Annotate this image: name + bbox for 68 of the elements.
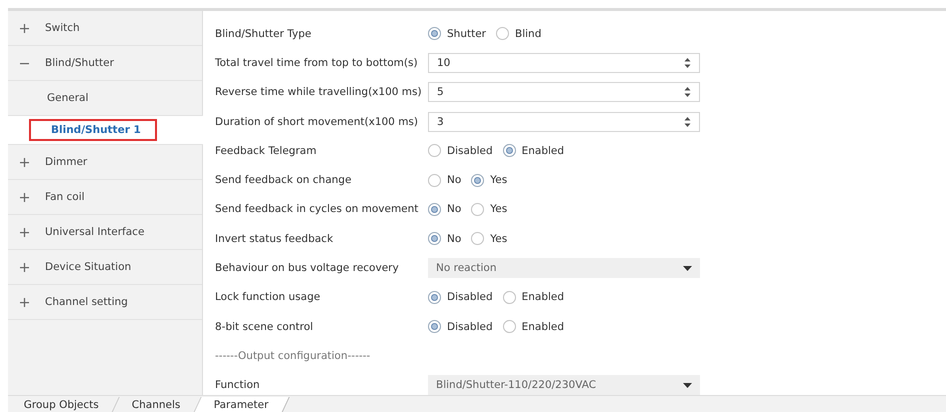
caret-icon: [683, 382, 692, 388]
radio-button[interactable]: [428, 232, 441, 246]
radio-button[interactable]: [502, 320, 516, 334]
sidebar-group[interactable]: Blind/Shutter: [45, 57, 114, 69]
parameter-label: Duration of short movement(x100 ms): [215, 116, 419, 128]
plus-icon[interactable]: [20, 24, 29, 32]
radio-button[interactable]: [502, 290, 516, 304]
parameter-label: Behaviour on bus voltage recovery: [215, 262, 400, 274]
radio-option[interactable]: Disabled: [428, 144, 493, 158]
radio-option[interactable]: Disabled: [428, 320, 493, 334]
plus-icon[interactable]: [20, 298, 29, 306]
plus-icon[interactable]: [20, 262, 29, 272]
sidebar-group[interactable]: Channel setting: [45, 296, 128, 308]
parameter-label: Send feedback on change: [215, 174, 352, 186]
radio-option[interactable]: Yes: [471, 174, 508, 187]
radio-option[interactable]: Yes: [471, 232, 508, 246]
radio-button[interactable]: [502, 144, 516, 158]
spinner-icon[interactable]: [684, 86, 691, 98]
parameter-label: Invert status feedback: [215, 232, 334, 245]
radio-option[interactable]: Disabled: [428, 290, 493, 304]
parameter-label: Reverse time while travelling(x100 ms): [215, 86, 423, 98]
sidebar-item[interactable]: General: [41, 89, 94, 107]
plus-icon[interactable]: [20, 158, 29, 166]
sidebar-group[interactable]: Dimmer: [45, 156, 88, 168]
radio-button[interactable]: [428, 144, 441, 158]
dropdown[interactable]: No reaction: [428, 258, 700, 278]
radio-option[interactable]: Yes: [471, 202, 508, 216]
radio-option[interactable]: Shutter: [428, 27, 486, 40]
number-field[interactable]: 10: [428, 52, 700, 73]
radio-button[interactable]: [471, 232, 484, 246]
radio-option[interactable]: Enabled: [502, 144, 564, 158]
tab[interactable]: Group Objects: [4, 397, 120, 412]
caret-icon: [683, 266, 692, 271]
radio-button[interactable]: [471, 202, 484, 216]
sidebar-group[interactable]: Fan coil: [45, 191, 85, 203]
radio-button[interactable]: [428, 320, 441, 334]
parameter-label: Feedback Telegram: [215, 144, 318, 157]
tab[interactable]: Parameter: [194, 397, 289, 412]
sidebar-group[interactable]: Universal Interface: [45, 226, 144, 238]
sidebar-group[interactable]: Device Situation: [45, 261, 132, 273]
parameter-label: Total travel time from top to bottom(s): [215, 56, 419, 69]
number-field[interactable]: 3: [428, 112, 700, 132]
parameter-label: Lock function usage: [215, 291, 322, 304]
sidebar-item[interactable]: Blind/Shutter 1: [29, 119, 157, 141]
section-heading: ------Output configuration------: [215, 350, 372, 362]
dropdown[interactable]: Blind/Shutter-110/220/230VAC: [428, 375, 700, 395]
parameter-label: Send feedback in cycles on movement: [215, 203, 420, 216]
plus-icon[interactable]: [20, 228, 29, 236]
radio-button[interactable]: [428, 27, 441, 40]
radio-option[interactable]: Enabled: [502, 290, 564, 304]
radio-button[interactable]: [496, 27, 509, 40]
spinner-icon[interactable]: [684, 56, 691, 69]
radio-option[interactable]: Blind: [496, 27, 542, 40]
number-field[interactable]: 5: [428, 82, 700, 102]
parameter-label: Function: [215, 379, 261, 392]
radio-button[interactable]: [428, 174, 441, 187]
radio-button[interactable]: [471, 174, 484, 187]
radio-button[interactable]: [428, 202, 441, 216]
sidebar-group[interactable]: Switch: [45, 22, 80, 34]
radio-option[interactable]: Enabled: [502, 320, 564, 334]
radio-option[interactable]: No: [428, 174, 462, 187]
radio-option[interactable]: No: [428, 232, 462, 246]
radio-option[interactable]: No: [428, 202, 462, 216]
parameter-label: Blind/Shutter Type: [215, 28, 312, 40]
parameter-label: 8-bit scene control: [215, 320, 314, 333]
spinner-icon[interactable]: [684, 116, 691, 128]
plus-icon[interactable]: [20, 192, 29, 202]
radio-button[interactable]: [428, 290, 441, 304]
